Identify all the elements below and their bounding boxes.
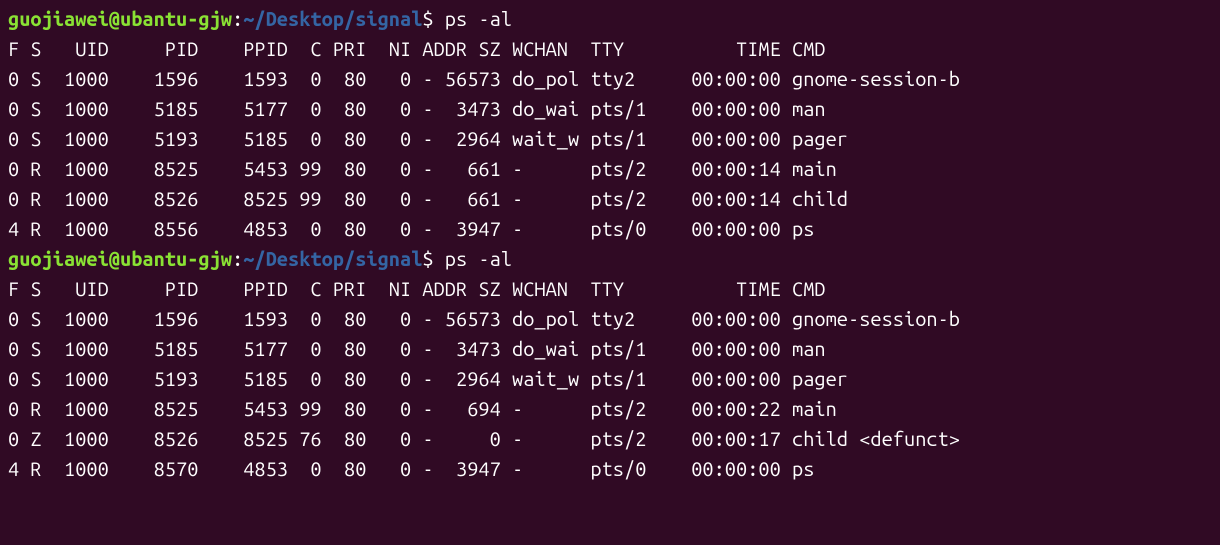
table-row: 4 R 1000 8570 4853 0 80 0 - 3947 - pts/0… <box>8 457 814 480</box>
prompt-dollar: $ <box>422 247 433 270</box>
prompt-user: guojiawei@ubantu-gjw <box>8 7 232 30</box>
prompt-user: guojiawei@ubantu-gjw <box>8 247 232 270</box>
table-row: 0 Z 1000 8526 8525 76 80 0 - 0 - pts/2 0… <box>8 427 960 450</box>
table-row: 0 S 1000 5185 5177 0 80 0 - 3473 do_wai … <box>8 337 826 360</box>
prompt-dollar: $ <box>422 7 433 30</box>
table-row: 0 S 1000 5185 5177 0 80 0 - 3473 do_wai … <box>8 97 826 120</box>
table-header: F S UID PID PPID C PRI NI ADDR SZ WCHAN … <box>8 37 826 60</box>
table-row: 4 R 1000 8556 4853 0 80 0 - 3947 - pts/0… <box>8 217 814 240</box>
prompt-colon: : <box>232 7 243 30</box>
prompt-path: ~/Desktop/signal <box>243 7 422 30</box>
table-row: 0 S 1000 5193 5185 0 80 0 - 2964 wait_w … <box>8 127 848 150</box>
prompt-path: ~/Desktop/signal <box>243 247 422 270</box>
terminal-output[interactable]: guojiawei@ubantu-gjw:~/Desktop/signal$ p… <box>8 4 1212 484</box>
table-row: 0 S 1000 1596 1593 0 80 0 - 56573 do_pol… <box>8 307 960 330</box>
command-text: ps -al <box>434 247 512 270</box>
table-row: 0 R 1000 8525 5453 99 80 0 - 694 - pts/2… <box>8 397 837 420</box>
table-row: 0 R 1000 8526 8525 99 80 0 - 661 - pts/2… <box>8 187 848 210</box>
command-text: ps -al <box>434 7 512 30</box>
table-row: 0 S 1000 1596 1593 0 80 0 - 56573 do_pol… <box>8 67 960 90</box>
table-header: F S UID PID PPID C PRI NI ADDR SZ WCHAN … <box>8 277 826 300</box>
table-row: 0 R 1000 8525 5453 99 80 0 - 661 - pts/2… <box>8 157 837 180</box>
table-row: 0 S 1000 5193 5185 0 80 0 - 2964 wait_w … <box>8 367 848 390</box>
prompt-colon: : <box>232 247 243 270</box>
